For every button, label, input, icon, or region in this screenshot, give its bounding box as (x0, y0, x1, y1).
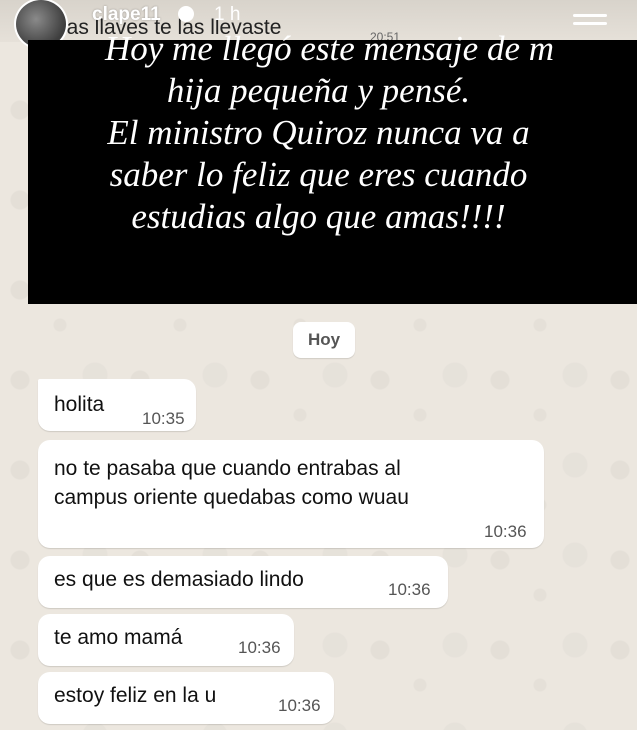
message-text: no te pasaba que cuando entrabas al camp… (54, 454, 409, 512)
message-text: estoy feliz en la u (54, 684, 217, 707)
message-line: campus oriente quedabas como wuau (54, 486, 409, 509)
date-chip: Hoy (293, 322, 355, 358)
message-time: 10:35 (142, 409, 185, 428)
message-bubble[interactable]: no te pasaba que cuando entrabas al camp… (38, 440, 544, 548)
message-bubble[interactable]: es que es demasiado lindo 10:36 (38, 556, 448, 608)
caption-line: El ministro Quiroz nunca va a (107, 113, 530, 152)
story-time-ago: 1 h (214, 4, 241, 25)
story-username[interactable]: clape11 (92, 4, 161, 26)
caption-line: hija pequeña y pensé. (166, 71, 471, 110)
caption-line: estudias algo que amas!!!! (131, 197, 506, 236)
message-text: holita (54, 393, 105, 416)
message-time: 10:36 (388, 580, 431, 599)
message-text: te amo mamá (54, 626, 183, 649)
menu-icon[interactable] (573, 14, 607, 28)
message-time: 10:36 (278, 696, 321, 715)
message-text: es que es demasiado lindo (54, 568, 304, 591)
message-bubble[interactable]: holita 10:35 (38, 379, 196, 431)
verified-badge-icon (178, 6, 194, 22)
caption-line: Hoy me llegó este mensaje de m (104, 29, 555, 68)
message-line: no te pasaba que cuando entrabas al (54, 457, 401, 480)
caption-line: saber lo feliz que eres cuando (109, 155, 528, 194)
message-time: 10:36 (238, 638, 281, 657)
message-time: 10:36 (484, 522, 527, 541)
message-bubble[interactable]: estoy feliz en la u 10:36 (38, 672, 334, 724)
caption-text: Hoy me llegó este mensaje de m hija pequ… (0, 28, 637, 238)
message-bubble[interactable]: te amo mamá 10:36 (38, 614, 294, 666)
